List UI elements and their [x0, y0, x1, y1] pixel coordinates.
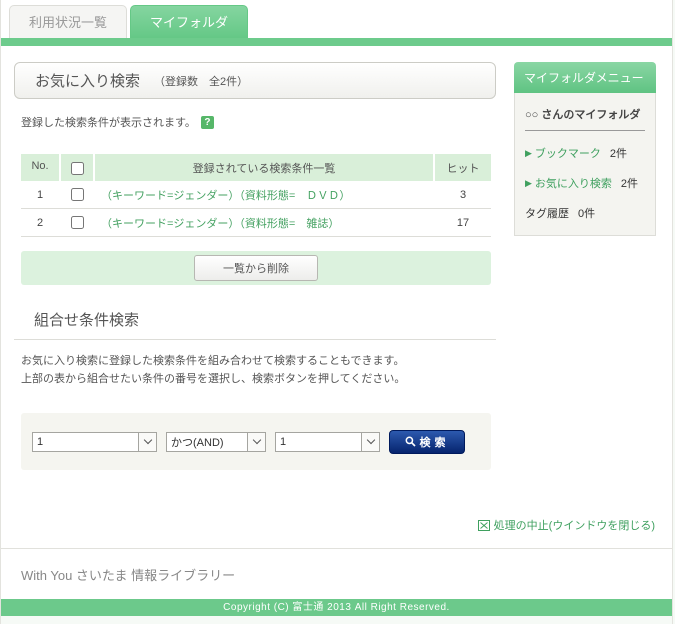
- row-number: 2: [36, 216, 44, 229]
- delete-from-list-button[interactable]: 一覧から削除: [194, 255, 318, 281]
- my-folder-menu: マイフォルダメニュー ○○ さんのマイフォルダ ▶ ブックマーク 2件 ▶ お気…: [514, 62, 656, 470]
- combine-form: 1 かつ(AND) 1 検索: [21, 413, 491, 471]
- sidebar-item-label: ブックマーク: [534, 148, 601, 160]
- sidebar-body: ○○ さんのマイフォルダ ▶ ブックマーク 2件 ▶ お気に入り検索 2件 タグ…: [514, 93, 656, 236]
- search-button[interactable]: 検索: [389, 429, 465, 454]
- search-button-label: 検索: [419, 436, 450, 449]
- search-condition-link[interactable]: （キーワード=ジェンダー）（資料形態= ＤＶＤ）: [95, 187, 433, 203]
- header-no: No.: [21, 154, 59, 181]
- registered-count: （登録数 全2件）: [154, 75, 249, 88]
- hit-count: 17: [456, 216, 470, 229]
- combine-description-line2: 上部の表から組合せたい条件の番号を選択し、検索ボタンを押してください。: [21, 372, 406, 385]
- tab-usage-list[interactable]: 利用状況一覧: [9, 5, 128, 38]
- cancel-link-label: 処理の中止(ウインドウを閉じる): [493, 520, 655, 533]
- close-window-icon: [477, 519, 490, 531]
- chevron-down-icon: [361, 432, 379, 451]
- favorites-note-row: 登録した検索条件が表示されます。 ?: [21, 114, 496, 130]
- delete-action-band: 一覧から削除: [21, 251, 491, 285]
- favorites-table: No. 登録されている検索条件一覧 ヒット 1 （キーワード=ジェンダー）（資料…: [21, 154, 491, 237]
- row-checkbox-cell: [61, 216, 93, 229]
- row-number: 1: [36, 188, 44, 201]
- combine-select-2-value: 1: [280, 435, 287, 448]
- sidebar-item-count: 2件: [609, 148, 628, 160]
- arrow-right-icon: ▶: [525, 177, 532, 188]
- folder-owner-label: ○○ さんのマイフォルダ: [525, 106, 645, 131]
- accent-bar: [1, 38, 672, 46]
- favorites-note: 登録した検索条件が表示されます。: [21, 117, 196, 129]
- sidebar-title: マイフォルダメニュー: [514, 62, 656, 93]
- site-name: With You さいたま 情報ライブラリー: [21, 567, 236, 583]
- main-column: お気に入り検索 （登録数 全2件） 登録した検索条件が表示されます。 ? No.…: [14, 62, 496, 471]
- row-checkbox[interactable]: [70, 188, 84, 201]
- sidebar-item-favorite-search[interactable]: ▶ お気に入り検索 2件: [525, 175, 645, 191]
- sidebar-item-count: 0件: [578, 208, 596, 220]
- content-area: お気に入り検索 （登録数 全2件） 登録した検索条件が表示されます。 ? No.…: [1, 46, 672, 471]
- table-row: 2 （キーワード=ジェンダー）（資料形態= 雑誌） 17: [21, 209, 491, 237]
- combine-select-1[interactable]: 1: [32, 431, 157, 452]
- page-title: お気に入り検索: [35, 73, 141, 90]
- tab-bar: 利用状況一覧 マイフォルダ: [1, 0, 672, 38]
- cancel-row: 処理の中止(ウインドウを閉じる): [1, 517, 655, 534]
- chevron-down-icon: [138, 432, 156, 451]
- search-condition-link[interactable]: （キーワード=ジェンダー）（資料形態= 雑誌）: [95, 215, 433, 231]
- arrow-right-icon: ▶: [525, 147, 532, 158]
- select-all-checkbox[interactable]: [70, 161, 84, 175]
- combine-section-title: 組合せ条件検索: [34, 312, 140, 329]
- magnifier-icon: [405, 436, 416, 447]
- chevron-down-icon: [247, 432, 265, 451]
- cancel-process-link[interactable]: 処理の中止(ウインドウを閉じる): [477, 517, 655, 533]
- sidebar-item-tag-history: タグ履歴 0件: [525, 205, 645, 221]
- favorites-title-box: お気に入り検索 （登録数 全2件）: [14, 62, 496, 99]
- page-container: 利用状況一覧 マイフォルダ お気に入り検索 （登録数 全2件） 登録した検索条件…: [0, 0, 673, 624]
- row-checkbox[interactable]: [70, 216, 84, 229]
- combine-select-1-value: 1: [37, 435, 44, 448]
- header-condition-list: 登録されている検索条件一覧: [95, 154, 433, 181]
- combine-select-2[interactable]: 1: [275, 431, 380, 452]
- row-checkbox-cell: [61, 188, 93, 201]
- combine-operator-select[interactable]: かつ(AND): [166, 431, 266, 452]
- table-row: 1 （キーワード=ジェンダー）（資料形態= ＤＶＤ） 3: [21, 181, 491, 209]
- help-icon[interactable]: ?: [200, 115, 214, 129]
- sidebar-item-count: 2件: [620, 178, 639, 190]
- tab-my-folder[interactable]: マイフォルダ: [130, 5, 249, 38]
- combine-description-line1: お気に入り検索に登録した検索条件を組み合わせて検索することもできます。: [21, 355, 405, 367]
- combine-description: お気に入り検索に登録した検索条件を組み合わせて検索することもできます。 上部の表…: [21, 353, 496, 388]
- section-divider: [14, 339, 496, 340]
- hit-count: 3: [459, 188, 467, 201]
- combine-operator-value: かつ(AND): [171, 436, 224, 449]
- copyright-bar: Copyright (C) 富士通 2013 All Right Reserve…: [1, 598, 672, 616]
- bottom-strip: [1, 615, 672, 624]
- sidebar-item-label: お気に入り検索: [534, 178, 612, 190]
- table-header-row: No. 登録されている検索条件一覧 ヒット: [21, 154, 491, 181]
- header-checkbox-cell: [61, 154, 93, 181]
- header-hits: ヒット: [435, 154, 491, 181]
- sidebar-item-label: タグ履歴: [525, 208, 569, 220]
- sidebar-item-bookmarks[interactable]: ▶ ブックマーク 2件: [525, 145, 645, 161]
